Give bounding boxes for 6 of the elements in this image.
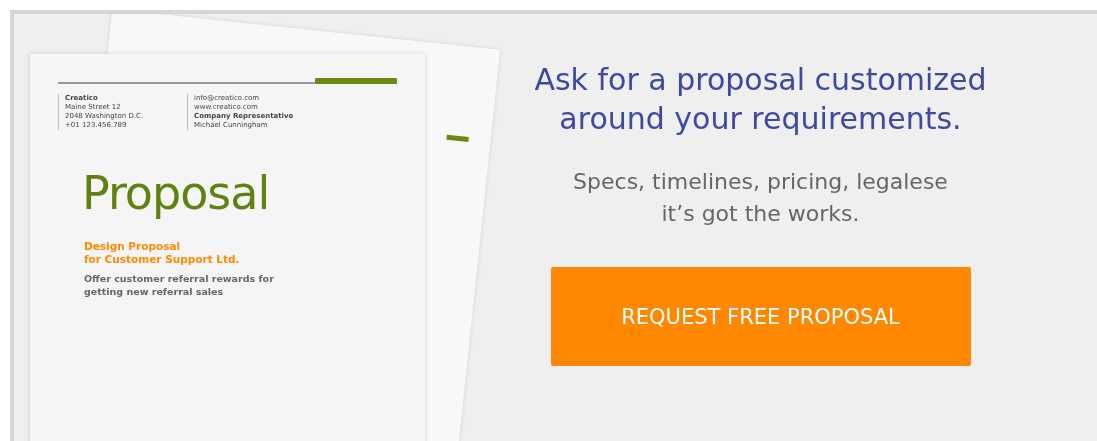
headline: Ask for a proposal customized around your requirements.: [534, 61, 987, 138]
document-title: Proposal: [82, 166, 271, 220]
tagline: Specs, timelines, pricing, legalese it’s got the works.: [573, 168, 948, 228]
document-subtitle: Design Proposal for Customer Support Ltd.: [84, 240, 241, 266]
document-description: Offer customer referral rewards for getting new referral sales: [84, 272, 275, 298]
request-proposal-button[interactable]: REQUEST FREE PROPOSAL: [550, 267, 971, 366]
